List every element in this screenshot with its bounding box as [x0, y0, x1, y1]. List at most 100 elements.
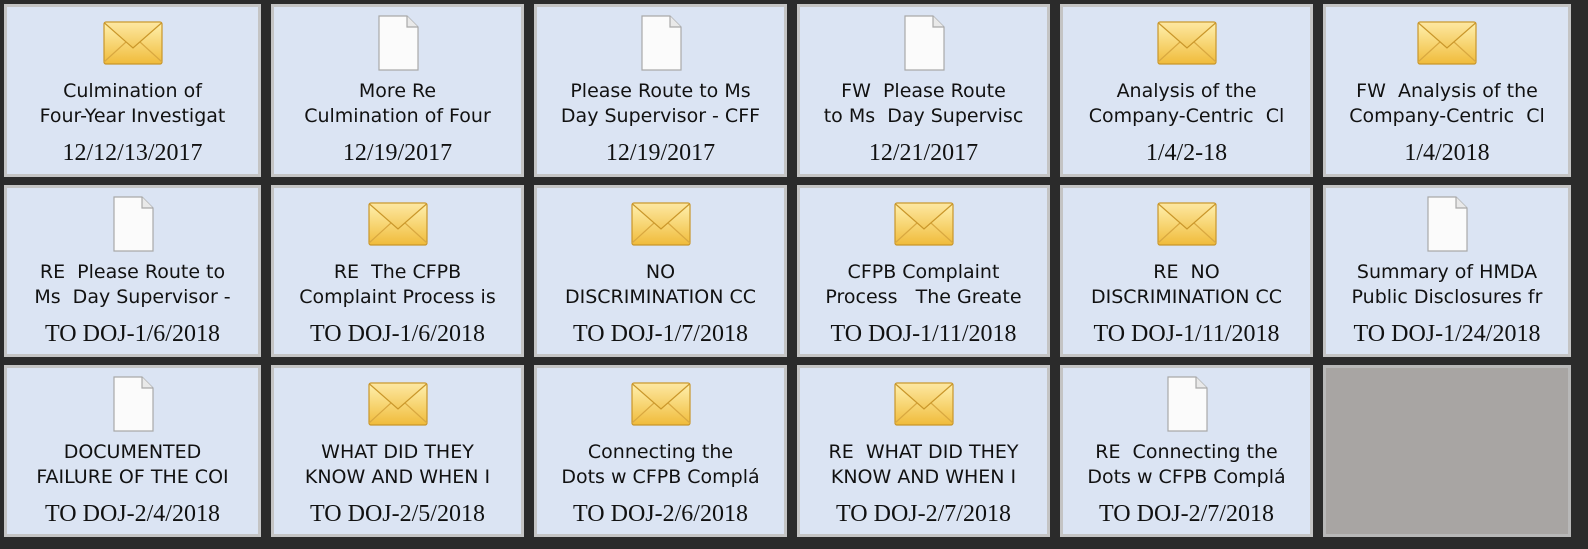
file-name-line-1: DOCUMENTED: [63, 441, 202, 463]
file-date-label: TO DOJ-1/11/2018: [830, 321, 1017, 347]
file-date-label: 12/12/13/2017: [62, 140, 203, 166]
file-name-line-1: More Re: [358, 80, 437, 102]
file-name-line-2: Company-Centric Cl: [1088, 105, 1285, 127]
file-tile[interactable]: More Re Culmination of Four 12/19/2017: [271, 4, 524, 177]
file-tile[interactable]: Please Route to Ms Day Supervisor - CFF 12…: [534, 4, 787, 177]
file-name-line-1: Analysis of the: [1116, 80, 1257, 102]
file-name: Analysis of the Company-Centric Cl: [1069, 79, 1304, 131]
file-name: RE The CFPB Complaint Process is: [280, 260, 515, 312]
file-name-line-2: Culmination of Four: [304, 105, 491, 127]
file-date-label: TO DOJ-2/7/2018: [1099, 501, 1274, 527]
file-name: NO DISCRIMINATION CC: [543, 260, 778, 312]
document-icon: [1415, 196, 1479, 252]
file-date-label: TO DOJ-1/6/2018: [310, 321, 485, 347]
file-name-line-1: Culmination of: [63, 80, 202, 102]
file-name: Summary of HMDA Public Disclosures fr: [1332, 260, 1562, 312]
file-name-line-1: RE Please Route to: [39, 261, 226, 283]
file-name-line-1: RE NO: [1153, 261, 1220, 283]
file-tile[interactable]: RE Connecting the Dots w CFPB Complá TO DO…: [1060, 365, 1313, 537]
file-date-label: TO DOJ-1/11/2018: [1093, 321, 1280, 347]
envelope-icon: [366, 196, 430, 252]
file-name-line-1: FW Please Route: [841, 80, 1006, 102]
file-name: RE NO DISCRIMINATION CC: [1069, 260, 1304, 312]
file-date-label: TO DOJ-2/5/2018: [310, 501, 485, 527]
document-icon: [366, 15, 430, 71]
document-icon: [1155, 376, 1219, 432]
file-name: Culmination of Four-Year Investigat: [13, 79, 252, 131]
file-name-line-1: RE The CFPB: [333, 261, 462, 283]
file-name: RE WHAT DID THEY KNOW AND WHEN I: [806, 440, 1041, 492]
envelope-icon: [101, 15, 165, 71]
file-date-label: TO DOJ-2/4/2018: [45, 501, 220, 527]
file-date-label: TO DOJ-1/24/2018: [1353, 321, 1541, 347]
file-name: CFPB Complaint Process The Greate: [806, 260, 1041, 312]
document-icon: [892, 15, 956, 71]
file-name: FW Analysis of the Company-Centric Cl: [1332, 79, 1562, 131]
file-name-line-2: DISCRIMINATION CC: [564, 286, 757, 308]
file-name: More Re Culmination of Four: [280, 79, 515, 131]
file-name: RE Please Route to Ms Day Supervisor -: [13, 260, 252, 312]
file-name: Please Route to Ms Day Supervisor - CFF: [543, 79, 778, 131]
file-name-line-2: FAILURE OF THE COI: [36, 466, 229, 488]
file-name: RE Connecting the Dots w CFPB Complá: [1069, 440, 1304, 492]
file-tile[interactable]: Summary of HMDA Public Disclosures fr TO D…: [1323, 185, 1571, 357]
envelope-icon: [629, 376, 693, 432]
document-icon: [629, 15, 693, 71]
envelope-icon: [629, 196, 693, 252]
file-date-label: TO DOJ-1/7/2018: [573, 321, 748, 347]
file-name: DOCUMENTED FAILURE OF THE COI: [13, 440, 252, 492]
file-date-label: 1/4/2-18: [1145, 140, 1228, 166]
envelope-icon: [1415, 15, 1479, 71]
file-tile[interactable]: Analysis of the Company-Centric Cl 1/4/2-1…: [1060, 4, 1313, 177]
file-name-line-1: NO: [645, 261, 676, 283]
file-name-line-1: Connecting the: [587, 441, 734, 463]
file-name-line-2: KNOW AND WHEN I: [830, 466, 1017, 488]
empty-tile-slot: [1323, 365, 1571, 537]
file-tile[interactable]: FW Analysis of the Company-Centric Cl 1/4/…: [1323, 4, 1571, 177]
file-tile[interactable]: NO DISCRIMINATION CC TO DOJ-1/7/2018: [534, 185, 787, 357]
document-icon: [101, 196, 165, 252]
file-name-line-1: CFPB Complaint: [847, 261, 1000, 283]
file-name-line-2: Dots w CFPB Complá: [1087, 466, 1286, 488]
file-date-label: TO DOJ-2/6/2018: [573, 501, 748, 527]
file-name-line-2: Ms Day Supervisor -: [34, 286, 231, 308]
file-tile[interactable]: CFPB Complaint Process The Greate TO DOJ-1…: [797, 185, 1050, 357]
file-name-line-2: DISCRIMINATION CC: [1090, 286, 1283, 308]
file-name-line-1: FW Analysis of the: [1356, 80, 1538, 102]
file-name-line-1: Summary of HMDA: [1356, 261, 1538, 283]
file-name-line-2: KNOW AND WHEN I: [304, 466, 491, 488]
file-name: FW Please Route to Ms Day Supervisc: [806, 79, 1041, 131]
file-name: Connecting the Dots w CFPB Complá: [543, 440, 778, 492]
file-date-label: 12/21/2017: [868, 140, 979, 166]
file-date-label: TO DOJ-1/6/2018: [45, 321, 220, 347]
file-tile[interactable]: DOCUMENTED FAILURE OF THE COI TO DOJ-2/4/2…: [4, 365, 261, 537]
file-name-line-2: Public Disclosures fr: [1351, 286, 1543, 308]
file-name: WHAT DID THEY KNOW AND WHEN I: [280, 440, 515, 492]
file-date-label: 12/19/2017: [342, 140, 453, 166]
file-tile[interactable]: RE WHAT DID THEY KNOW AND WHEN I TO DOJ-2/…: [797, 365, 1050, 537]
file-tile[interactable]: RE The CFPB Complaint Process is TO DOJ-1/…: [271, 185, 524, 357]
file-tile-grid: Culmination of Four-Year Investigat 12/12/…: [4, 4, 1584, 545]
file-name-line-1: RE WHAT DID THEY: [828, 441, 1019, 463]
file-name-line-2: Day Supervisor - CFF: [560, 105, 761, 127]
file-name-line-2: Process The Greate: [825, 286, 1022, 308]
file-name-line-1: RE Connecting the: [1095, 441, 1278, 463]
envelope-icon: [1155, 196, 1219, 252]
file-tile[interactable]: Connecting the Dots w CFPB Complá TO DOJ-2…: [534, 365, 787, 537]
file-tile[interactable]: WHAT DID THEY KNOW AND WHEN I TO DOJ-2/5/2…: [271, 365, 524, 537]
file-name-line-2: Complaint Process is: [299, 286, 496, 308]
envelope-icon: [1155, 15, 1219, 71]
file-tile[interactable]: FW Please Route to Ms Day Supervisc 12/21/…: [797, 4, 1050, 177]
file-name-line-1: WHAT DID THEY: [321, 441, 474, 463]
file-tile[interactable]: Culmination of Four-Year Investigat 12/12/…: [4, 4, 261, 177]
file-date-label: 1/4/2018: [1404, 140, 1490, 166]
document-icon: [101, 376, 165, 432]
file-name-line-2: Dots w CFPB Complá: [561, 466, 760, 488]
envelope-icon: [892, 196, 956, 252]
envelope-icon: [366, 376, 430, 432]
file-name-line-1: Please Route to Ms: [570, 80, 751, 102]
file-tile[interactable]: RE NO DISCRIMINATION CC TO DOJ-1/11/2018: [1060, 185, 1313, 357]
file-tile[interactable]: RE Please Route to Ms Day Supervisor - TO …: [4, 185, 261, 357]
file-date-label: 12/19/2017: [605, 140, 716, 166]
file-name-line-2: to Ms Day Supervisc: [823, 105, 1024, 127]
